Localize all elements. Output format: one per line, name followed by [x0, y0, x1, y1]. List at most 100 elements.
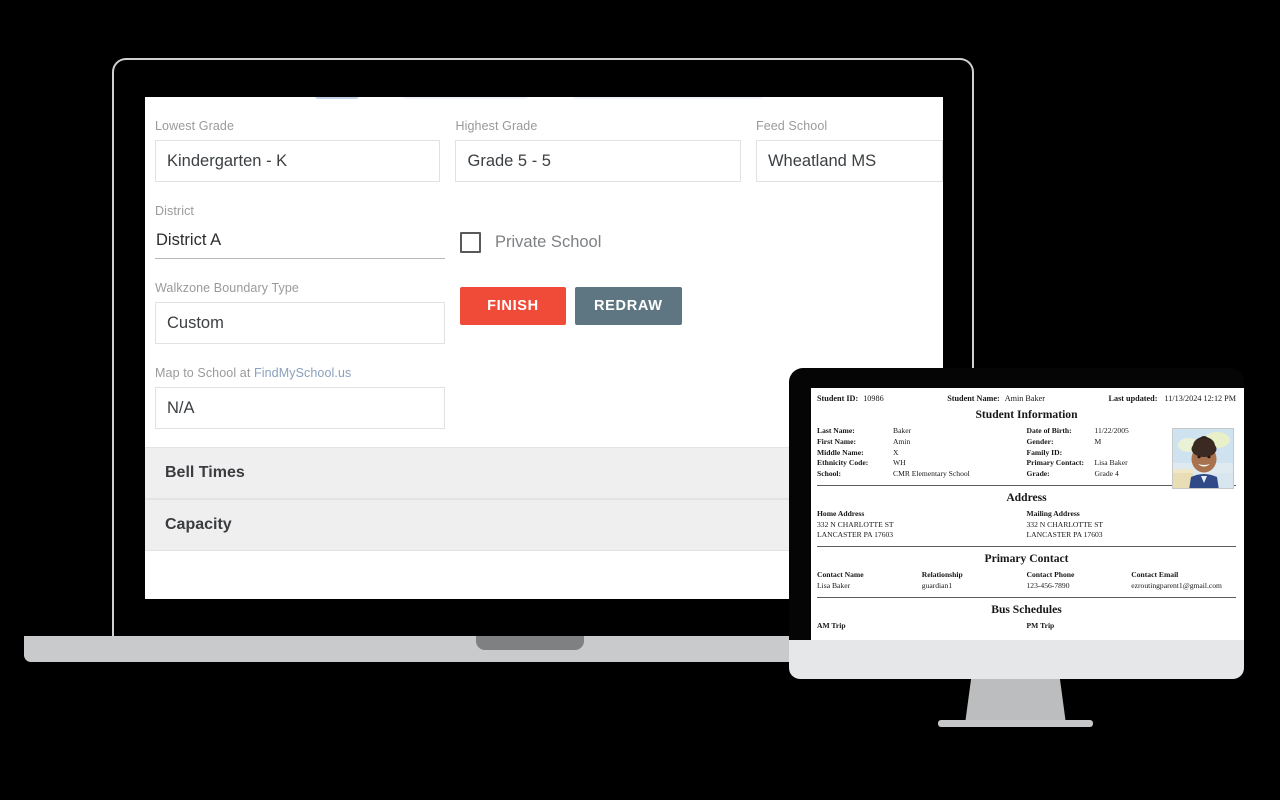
address-section: Home Address 332 N CHARLOTTE ST LANCASTE…: [817, 509, 1236, 541]
student-photo: [1172, 428, 1234, 489]
home-address-line2: LANCASTER PA 17603: [817, 530, 894, 540]
relationship-column: Relationship guardian1: [922, 570, 1027, 592]
primary-contact-title: Primary Contact: [984, 552, 1069, 566]
mailing-address-line2: LANCASTER PA 17603: [1026, 530, 1103, 540]
section-divider: [817, 596, 1236, 598]
map-to-school-label: Map to School at FindMySchool.us: [155, 366, 445, 380]
private-school-label: Private School: [495, 233, 602, 251]
walkzone-label: Walkzone Boundary Type: [155, 281, 299, 295]
feed-school-input[interactable]: Wheatland MS: [755, 140, 943, 182]
findmyschool-link[interactable]: FindMySchool.us: [254, 366, 351, 380]
monitor-stand-foot: [938, 720, 1093, 727]
private-school-checkbox-row[interactable]: Private School: [460, 204, 601, 259]
middle-name-key: Middle Name:: [817, 447, 864, 457]
pm-trip-heading: PM Trip: [1026, 620, 1055, 630]
family-id-key: Family ID:: [1026, 447, 1063, 457]
last-updated-label: Last updated:: [1108, 394, 1158, 403]
student-information-section: Last Name: Baker First Name: Amin Middle N…: [817, 426, 1236, 489]
monitor-screen: Student ID: 10986 Student Name: Amin Bak…: [811, 388, 1244, 640]
bus-schedules-title: Bus Schedules: [991, 602, 1062, 616]
field-district[interactable]: District District A: [155, 204, 445, 259]
gender-key: Gender:: [1026, 436, 1054, 446]
first-name-value: Amin: [893, 436, 911, 446]
student-name-value: Amin Baker: [1004, 394, 1045, 403]
info-row: Ethnicity Code: WH: [817, 458, 1027, 469]
district-row: District District A Private School: [155, 204, 943, 259]
walkzone-row: Walkzone Boundary Type Custom FINISH RED…: [155, 281, 943, 344]
cutoff-ui-chip-3: [573, 97, 763, 99]
address-title: Address: [1006, 490, 1047, 504]
highest-grade-input[interactable]: Grade 5 - 5: [455, 140, 741, 182]
home-address-block: Home Address 332 N CHARLOTTE ST LANCASTE…: [817, 509, 1027, 541]
mailing-address-line1: 332 N CHARLOTTE ST: [1026, 519, 1104, 529]
home-address-line1: 332 N CHARLOTTE ST: [817, 519, 894, 529]
cutoff-ui-chip-1: [315, 97, 359, 99]
student-report-document: Student ID: 10986 Student Name: Amin Bak…: [811, 388, 1244, 630]
student-info-left-column: Last Name: Baker First Name: Amin Middle N…: [817, 426, 1027, 480]
map-to-school-input[interactable]: N/A: [155, 387, 445, 429]
screenshot-stage: Lowest Grade Kindergarten - K Highest Gr…: [0, 0, 1280, 800]
highest-grade-label: Highest Grade: [455, 119, 538, 133]
contact-name-value: Lisa Baker: [817, 581, 851, 591]
student-information-title: Student Information: [975, 408, 1078, 421]
form-action-buttons: FINISH REDRAW: [460, 281, 682, 344]
first-name-key: First Name:: [817, 436, 857, 446]
monitor-stand-neck: [965, 679, 1066, 724]
student-id-label: Student ID:: [817, 394, 859, 403]
district-label: District: [155, 204, 194, 218]
walkzone-input[interactable]: Custom: [155, 302, 445, 344]
mailing-address-block: Mailing Address 332 N CHARLOTTE ST LANCA…: [1027, 509, 1237, 541]
student-name-label: Student Name:: [947, 394, 1000, 403]
contact-phone-heading: Contact Phone: [1026, 570, 1075, 580]
info-row: School: CMR Elementary School: [817, 469, 1027, 480]
info-row: Last Name: Baker: [817, 426, 1027, 437]
ethnicity-code-key: Ethnicity Code:: [817, 458, 869, 468]
feed-school-label: Feed School: [755, 119, 828, 133]
monitor-chin: [789, 640, 1244, 679]
contact-name-heading: Contact Name: [817, 570, 864, 580]
ethnicity-code-value: WH: [893, 458, 906, 468]
field-feed-school[interactable]: Feed School Wheatland MS: [755, 119, 943, 182]
grade-key: Grade:: [1026, 469, 1050, 479]
contact-email-heading: Contact Email: [1131, 570, 1179, 580]
am-trip-heading: AM Trip: [817, 620, 846, 630]
laptop-base-notch: [476, 636, 584, 650]
private-school-checkbox[interactable]: [460, 232, 481, 253]
bus-schedules-section: AM Trip PM Trip: [817, 621, 1236, 630]
school-value: CMR Elementary School: [893, 469, 970, 479]
grade-fields-row: Lowest Grade Kindergarten - K Highest Gr…: [155, 119, 943, 182]
bell-times-label: Bell Times: [165, 464, 245, 481]
finish-button[interactable]: FINISH: [460, 287, 566, 325]
student-photo-image: [1173, 429, 1233, 488]
relationship-value: guardian1: [921, 581, 953, 591]
lowest-grade-input[interactable]: Kindergarten - K: [155, 140, 441, 182]
district-input[interactable]: District A: [155, 225, 445, 259]
document-header: Student ID: 10986 Student Name: Amin Bak…: [817, 394, 1236, 403]
section-divider: [817, 546, 1236, 548]
map-to-school-label-prefix: Map to School at: [155, 366, 254, 380]
redraw-button[interactable]: REDRAW: [575, 287, 682, 325]
mailing-address-heading: Mailing Address: [1026, 508, 1080, 518]
last-updated-value: 11/13/2024 12:12 PM: [1164, 394, 1237, 403]
field-walkzone-boundary-type[interactable]: Walkzone Boundary Type Custom: [155, 281, 445, 344]
field-map-to-school[interactable]: Map to School at FindMySchool.us N/A: [155, 366, 445, 429]
relationship-heading: Relationship: [921, 570, 963, 580]
middle-name-value: X: [893, 447, 899, 457]
info-row: Middle Name: X: [817, 448, 1027, 459]
field-lowest-grade[interactable]: Lowest Grade Kindergarten - K: [155, 119, 441, 182]
home-address-heading: Home Address: [817, 508, 865, 518]
cutoff-ui-chip-2: [403, 97, 528, 99]
school-key: School:: [817, 469, 842, 479]
contact-email-value: ezroutingparent1@gmail.com: [1131, 581, 1222, 591]
contact-phone-value: 123-456-7890: [1026, 581, 1070, 591]
last-name-value: Baker: [893, 426, 912, 435]
contact-name-column: Contact Name Lisa Baker: [817, 570, 922, 592]
field-highest-grade[interactable]: Highest Grade Grade 5 - 5: [455, 119, 741, 182]
lowest-grade-label: Lowest Grade: [155, 119, 235, 133]
primary-contact-section: Contact Name Lisa Baker Relationship gua…: [817, 570, 1236, 592]
student-id-value: 10986: [863, 394, 884, 403]
contact-phone-column: Contact Phone 123-456-7890: [1027, 570, 1132, 592]
info-row: First Name: Amin: [817, 437, 1027, 448]
last-name-key: Last Name:: [817, 426, 855, 435]
monitor-device: Student ID: 10986 Student Name: Amin Bak…: [789, 368, 1244, 727]
